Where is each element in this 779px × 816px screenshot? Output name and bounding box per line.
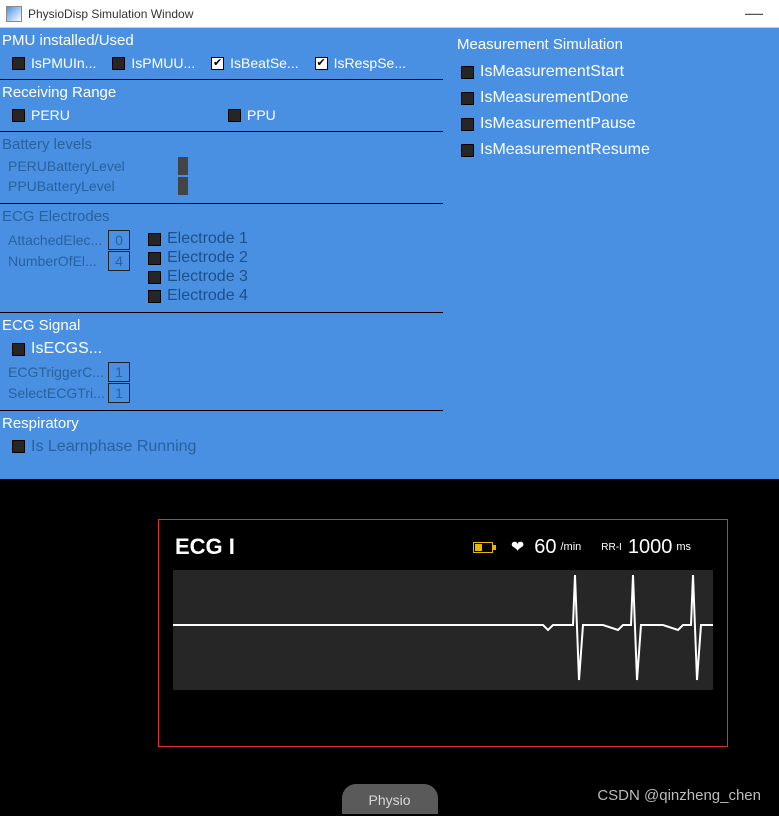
display-area: ECG I ❤ 60 /min RR-I 1000 ms Physio CSDN… bbox=[0, 479, 779, 814]
ecg-header: ECG I ❤ 60 /min RR-I 1000 ms bbox=[173, 534, 713, 560]
cb-isbeatse[interactable]: IsBeatSe... bbox=[211, 55, 298, 71]
slider-thumb[interactable] bbox=[178, 157, 188, 175]
section-title-electrodes: ECG Electrodes bbox=[0, 208, 435, 225]
input-select-ecg-trigger[interactable] bbox=[108, 383, 130, 403]
section-battery: Battery levels PERUBatteryLevel PPUBatte… bbox=[0, 132, 443, 204]
input-ecg-trigger[interactable] bbox=[108, 362, 130, 382]
section-title-respiratory: Respiratory bbox=[0, 415, 435, 432]
section-title-receiving: Receiving Range bbox=[0, 84, 435, 101]
cb-ispmuin[interactable]: IsPMUIn... bbox=[12, 55, 96, 71]
ecg-frame: ECG I ❤ 60 /min RR-I 1000 ms bbox=[158, 519, 728, 747]
cb-ppu[interactable]: PPU bbox=[228, 107, 276, 123]
section-receiving: Receiving Range PERU PPU bbox=[0, 80, 443, 132]
minimize-button[interactable]: — bbox=[735, 3, 773, 24]
heart-rate-unit: /min bbox=[560, 541, 581, 553]
cb-electrode-3[interactable]: Electrode 3 bbox=[148, 268, 248, 286]
num-attached-elec: AttachedElec... bbox=[8, 230, 140, 250]
ecg-title: ECG I bbox=[175, 534, 235, 560]
input-attached-elec[interactable] bbox=[108, 230, 130, 250]
section-title-pmu: PMU installed/Used bbox=[0, 32, 435, 49]
section-ecg-signal: ECG Signal IsECGS... ECGTriggerC... Sele… bbox=[0, 313, 443, 411]
cb-meas-pause[interactable]: IsMeasurementPause bbox=[461, 115, 767, 133]
control-panel: PMU installed/Used IsPMUIn... IsPMUU... … bbox=[0, 28, 779, 479]
battery-icon bbox=[473, 542, 493, 553]
section-pmu: PMU installed/Used IsPMUIn... IsPMUU... … bbox=[0, 28, 443, 80]
cb-electrode-1[interactable]: Electrode 1 bbox=[148, 230, 248, 248]
cb-ispmuu[interactable]: IsPMUU... bbox=[112, 55, 195, 71]
num-number-elec: NumberOfEl... bbox=[8, 251, 140, 271]
rr-unit: ms bbox=[676, 541, 691, 553]
cb-meas-resume[interactable]: IsMeasurementResume bbox=[461, 141, 767, 159]
cb-electrode-4[interactable]: Electrode 4 bbox=[148, 287, 248, 305]
cb-meas-done[interactable]: IsMeasurementDone bbox=[461, 89, 767, 107]
physio-button[interactable]: Physio bbox=[342, 784, 438, 814]
window-titlebar: PhysioDisp Simulation Window — bbox=[0, 0, 779, 28]
slider-peru-battery[interactable]: PERUBatteryLevel bbox=[8, 157, 435, 175]
section-electrodes: ECG Electrodes AttachedElec... NumberOfE… bbox=[0, 204, 443, 313]
num-select-ecg-trigger: SelectECGTri... bbox=[8, 383, 435, 403]
heart-rate-value: 60 bbox=[534, 536, 556, 559]
cb-isrespse[interactable]: IsRespSe... bbox=[315, 55, 406, 71]
section-respiratory: Respiratory Is Learnphase Running bbox=[0, 411, 443, 459]
app-icon bbox=[6, 6, 22, 22]
input-number-elec[interactable] bbox=[108, 251, 130, 271]
section-measurement: Measurement Simulation IsMeasurementStar… bbox=[443, 28, 779, 479]
watermark: CSDN @qinzheng_chen bbox=[597, 787, 761, 804]
slider-ppu-battery[interactable]: PPUBatteryLevel bbox=[8, 177, 435, 195]
section-title-battery: Battery levels bbox=[0, 136, 435, 153]
slider-thumb[interactable] bbox=[178, 177, 188, 195]
cb-electrode-2[interactable]: Electrode 2 bbox=[148, 249, 248, 267]
heart-icon: ❤ bbox=[511, 537, 524, 557]
rr-value: 1000 bbox=[628, 536, 673, 559]
section-title-measurement: Measurement Simulation bbox=[455, 36, 767, 53]
num-ecg-trigger: ECGTriggerC... bbox=[8, 362, 435, 382]
cb-learnphase[interactable]: Is Learnphase Running bbox=[12, 438, 196, 456]
cb-meas-start[interactable]: IsMeasurementStart bbox=[461, 63, 767, 81]
section-title-ecg-signal: ECG Signal bbox=[0, 317, 435, 334]
cb-peru[interactable]: PERU bbox=[12, 107, 212, 123]
window-title: PhysioDisp Simulation Window bbox=[28, 7, 193, 21]
ecg-waveform bbox=[173, 570, 713, 690]
rr-label: RR-I bbox=[601, 542, 622, 553]
cb-isecgs[interactable]: IsECGS... bbox=[12, 340, 102, 358]
